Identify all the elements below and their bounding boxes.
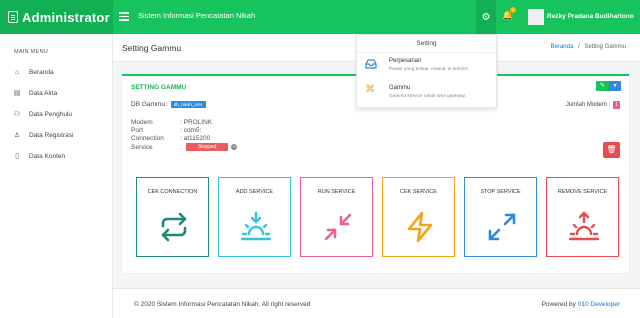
db-label: DB Gammu :: [131, 101, 169, 108]
dropdown-toggle-button[interactable]: ▼: [609, 81, 621, 91]
book-icon: ▯: [15, 153, 19, 160]
settings-button[interactable]: ⚙: [476, 0, 496, 34]
info-key: Service: [131, 143, 153, 151]
sidebar-item-data-konten[interactable]: ▯ Data Konten: [13, 151, 65, 161]
footer: © 2020 Sistem Informasi Pencatatan Nikah…: [113, 288, 640, 318]
delete-button[interactable]: 🗑: [603, 142, 620, 158]
breadcrumb-current: Setting Gammu: [584, 44, 626, 50]
dropdown-item-perpesanan[interactable]: Perpesanan Pesan yang keluar, masuk, & t…: [365, 58, 493, 78]
powered-by: Powered by 010 Developer: [542, 301, 620, 308]
caret-down-icon: ▼: [612, 83, 618, 89]
notification-badge: 1: [510, 7, 516, 13]
dropdown-item-gammu[interactable]: ⌘ Gammu Gammu service untuk sms gateway.: [365, 84, 493, 105]
info-value: :: [180, 143, 182, 151]
edit-button[interactable]: ✎: [596, 81, 609, 91]
dropdown-header: Setting: [416, 40, 437, 47]
dropdown-item-desc: Pesan yang keluar, masuk, & terkirim.: [389, 67, 470, 72]
sidebar-item-data-penghulu[interactable]: ⚇ Data Penghulu: [13, 109, 72, 119]
brand[interactable]: Administrator: [0, 0, 113, 34]
modem-count-row: Jumlah Modem : 1: [566, 101, 620, 109]
sidebar-item-label: Data Registrasi: [29, 131, 74, 139]
page-title: Setting Gammu: [122, 43, 182, 53]
menu-header: MAIN MENU: [14, 49, 49, 55]
avatar[interactable]: [528, 9, 544, 25]
settings-dropdown: Setting Perpesanan Pesan yang keluar, ma…: [356, 34, 497, 108]
lightning-icon: [407, 211, 433, 243]
cek-service-button[interactable]: CEK SERVICE: [382, 177, 455, 257]
tile-label: CEK CONNECTION: [147, 189, 198, 195]
info-row-port: Port : com5:: [131, 127, 201, 134]
sidebar-item-data-akta[interactable]: ▤ Data Akta: [13, 88, 58, 98]
info-value: : PROLINK: [180, 119, 213, 126]
sunrise-icon: [240, 211, 272, 241]
users-icon: ⚇: [13, 111, 21, 118]
info-value: : com5:: [180, 127, 202, 134]
top-navbar: Administrator Sistem Informasi Pencatata…: [0, 0, 640, 34]
tile-label: ADD SERVICE: [235, 189, 274, 195]
add-service-button[interactable]: ADD SERVICE: [218, 177, 291, 257]
info-row-service: Service : Stopped ×: [131, 143, 238, 151]
cek-connection-button[interactable]: CEK CONNECTION: [136, 177, 209, 257]
developer-link[interactable]: 010 Developer: [578, 301, 620, 308]
breadcrumb-home-link[interactable]: Beranda: [551, 44, 574, 50]
sunset-icon: [568, 211, 600, 241]
service-status-badge: Stopped: [185, 143, 229, 151]
inbox-icon: [365, 59, 377, 69]
tile-label: REMOVE SERVICE: [557, 189, 608, 195]
sidebar-item-data-registrasi[interactable]: ♙ Data Registrasi: [13, 130, 74, 140]
card-actions: ✎ ▼: [596, 81, 621, 91]
document-logo-icon: [8, 11, 18, 23]
divider: [357, 52, 496, 53]
sidebar-item-label: Data Akta: [29, 89, 58, 97]
remove-service-button[interactable]: REMOVE SERVICE: [546, 177, 619, 257]
expand-arrows-icon: [488, 213, 516, 241]
breadcrumb: Beranda / Setting Gammu: [551, 44, 626, 50]
dropdown-item-title: Gammu: [389, 85, 411, 91]
sidebar-item-label: Data Konten: [29, 152, 66, 160]
db-badge: db_nikah_sms: [170, 101, 206, 108]
info-row-modem: Modem : PROLINK: [131, 119, 212, 126]
tile-label: CEK SERVICE: [400, 189, 437, 195]
stop-service-button[interactable]: STOP SERVICE: [464, 177, 537, 257]
hamburger-menu-icon[interactable]: [119, 12, 129, 21]
refresh-arrows-icon: [161, 212, 187, 242]
sidebar-item-label: Beranda: [29, 68, 54, 76]
gear-icon: ⚙: [481, 11, 491, 23]
user-name[interactable]: Rezky Pradana Budihartono: [547, 13, 634, 20]
shrink-arrows-icon: [324, 213, 352, 241]
tile-label: RUN SERVICE: [317, 189, 356, 195]
info-key: Modem: [131, 119, 153, 126]
trash-icon: 🗑: [606, 145, 617, 154]
sidebar: MAIN MENU ⌂ Beranda ▤ Data Akta ⚇ Data P…: [0, 34, 113, 318]
app-title: Sistem Informasi Pencatatan Nikah: [138, 11, 256, 20]
brand-title: Administrator: [22, 9, 110, 25]
dropdown-item-desc: Gammu service untuk sms gateway.: [389, 94, 466, 99]
breadcrumb-separator: /: [577, 44, 580, 50]
sidebar-item-beranda[interactable]: ⌂ Beranda: [13, 67, 54, 77]
sidebar-item-label: Data Penghulu: [29, 110, 73, 118]
info-value: : at115200: [180, 135, 211, 142]
run-service-button[interactable]: RUN SERVICE: [300, 177, 373, 257]
command-icon: ⌘: [365, 84, 375, 95]
tile-label: STOP SERVICE: [480, 189, 521, 195]
home-icon: ⌂: [14, 68, 20, 76]
modem-count-badge: 1: [613, 101, 620, 109]
info-row-connection: Connection : at115200: [131, 135, 210, 142]
powered-by-label: Powered by: [541, 301, 576, 308]
document-icon: ▤: [13, 90, 21, 97]
info-key: Port: [131, 127, 143, 134]
card-title: SETTING GAMMU: [131, 84, 187, 91]
user-icon: ♙: [13, 132, 21, 139]
dropdown-item-title: Perpesanan: [389, 58, 422, 64]
close-icon[interactable]: ×: [231, 144, 238, 150]
info-key: Connection: [131, 135, 164, 142]
modem-count-label: Jumlah Modem :: [565, 102, 611, 108]
pencil-icon: ✎: [599, 83, 606, 89]
copyright-text: © 2020 Sistem Informasi Pencatatan Nikah…: [134, 301, 311, 308]
db-gammu-row: DB Gammu : db_nikah_sms: [131, 101, 206, 108]
